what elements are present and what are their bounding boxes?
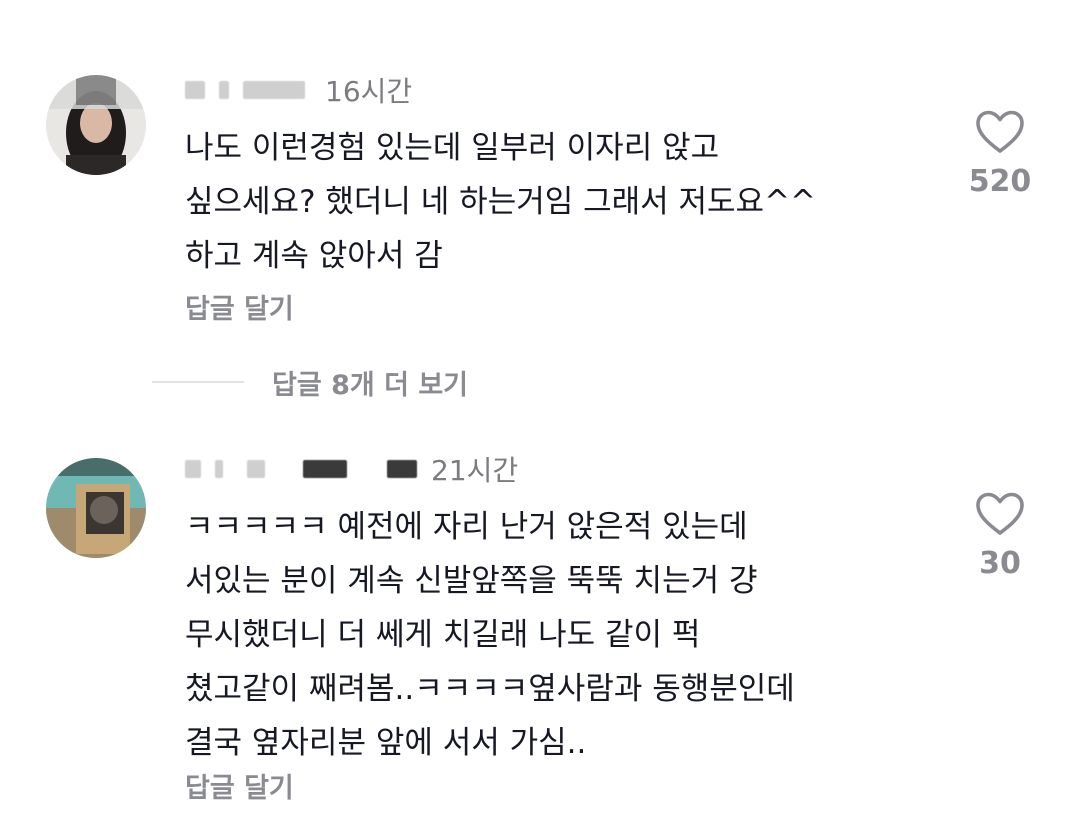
username-redacted [387, 460, 417, 478]
heart-outline-icon [976, 110, 1024, 153]
view-more-replies[interactable]: 답글 8개 더 보기 [152, 362, 468, 402]
comment-timestamp: 21시간 [431, 454, 519, 487]
comment-timestamp: 16시간 [325, 75, 413, 108]
comment-meta: 16시간 [185, 70, 412, 110]
username-redacted [219, 81, 229, 99]
like-count: 520 [968, 164, 1032, 199]
reply-button[interactable]: 답글 달기 [185, 766, 294, 805]
avatar[interactable] [46, 75, 146, 175]
comment-text: ㅋㅋㅋㅋㅋ 예전에 자리 난거 앉은적 있는데 서있는 분이 계속 신발앞쪽을 … [185, 509, 795, 761]
avatar[interactable] [46, 458, 146, 558]
username-redacted [215, 460, 223, 478]
username-redacted [185, 81, 205, 99]
comment-meta: 21시간 [185, 449, 518, 489]
like-button[interactable]: 30 [960, 492, 1040, 581]
divider [152, 381, 244, 383]
username-redacted [185, 460, 201, 478]
comment-text: 나도 이런경험 있는데 일부러 이자리 앉고 싶으세요? 했더니 네 하는거임 … [185, 130, 817, 274]
username-redacted [243, 81, 305, 99]
reply-button[interactable]: 답글 달기 [185, 287, 294, 326]
heart-outline-icon [976, 492, 1024, 535]
username-redacted [247, 460, 265, 478]
username-redacted [303, 460, 347, 478]
like-button[interactable]: 520 [960, 110, 1040, 199]
like-count: 30 [979, 546, 1021, 581]
view-more-replies-label: 답글 8개 더 보기 [272, 369, 469, 401]
